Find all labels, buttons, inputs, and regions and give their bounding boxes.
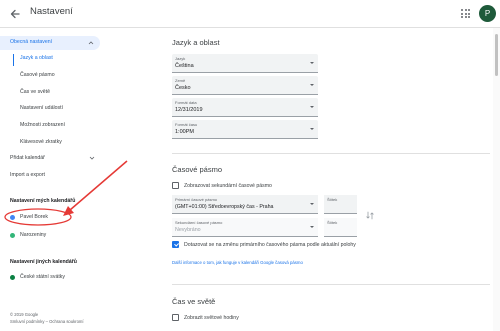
page-title: Nastavení xyxy=(30,6,73,17)
field-value: Česko xyxy=(175,85,191,91)
sidebar-item-event-settings[interactable]: Nastavení událostí xyxy=(20,105,63,111)
settings-content: Jazyk a oblast Jazyk Čeština Země Česko … xyxy=(112,28,492,331)
calendar-color-dot xyxy=(10,233,15,238)
sidebar-add-calendar[interactable]: Přidat kalendář xyxy=(10,155,45,161)
swap-icon[interactable] xyxy=(366,211,374,220)
language-select[interactable]: Jazyk Čeština xyxy=(172,54,318,73)
secondary-timezone-checkbox[interactable] xyxy=(172,182,179,189)
sidebar-item-language[interactable]: Jazyk a oblast xyxy=(20,55,53,61)
secondary-timezone-select[interactable]: Sekundární časové pásmo Nevybráno xyxy=(172,218,318,237)
footer-links[interactable]: Smluvní podmínky – Ochrana soukromí xyxy=(10,319,84,324)
sidebar-item-timezone[interactable]: Časové pásmo xyxy=(20,72,55,78)
section-title-world-clock: Čas ve světě xyxy=(172,297,216,306)
field-label: Štítek xyxy=(327,197,338,202)
sidebar-calendar-birthdays[interactable]: Narozeniny xyxy=(20,232,46,238)
section-divider xyxy=(172,153,490,154)
sidebar-item-view-options[interactable]: Možnosti zobrazení xyxy=(20,122,65,128)
field-value: Nevybráno xyxy=(175,227,201,233)
sidebar: Obecná nastavení Jazyk a oblast Časové p… xyxy=(0,28,112,331)
dropdown-caret-icon xyxy=(310,226,314,228)
apps-grid-icon[interactable] xyxy=(461,9,470,18)
active-indicator xyxy=(13,54,14,66)
ask-timezone-change-label: Dotazovat se na změnu primárního časovéh… xyxy=(184,242,356,248)
dropdown-caret-icon xyxy=(310,106,314,108)
footer-copyright: © 2019 Google xyxy=(10,312,39,317)
field-label: Štítek xyxy=(327,220,338,225)
section-title-language: Jazyk a oblast xyxy=(172,38,220,47)
field-value: (GMT+01:00) Středoevropský čas - Praha xyxy=(175,204,274,210)
field-value: Čeština xyxy=(175,63,194,69)
ask-timezone-change-checkbox[interactable] xyxy=(172,241,179,248)
field-label: Primární časové pásmo xyxy=(175,197,218,202)
chevron-up-icon xyxy=(88,41,94,45)
chevron-down-icon[interactable] xyxy=(89,155,95,161)
field-label: Formát data xyxy=(175,100,197,105)
secondary-timezone-tag-input[interactable]: Štítek xyxy=(324,218,357,237)
top-bar: Nastavení P xyxy=(0,0,500,28)
dropdown-caret-icon xyxy=(310,128,314,130)
other-calendars-heading: Nastavení jiných kalendářů xyxy=(10,259,77,265)
field-label: Země xyxy=(175,78,186,83)
sidebar-item-world-clock[interactable]: Čas ve světě xyxy=(20,89,50,95)
dropdown-caret-icon xyxy=(310,203,314,205)
date-format-select[interactable]: Formát data 12/31/2019 xyxy=(172,98,318,117)
sidebar-import-export[interactable]: Import a export xyxy=(10,172,45,178)
back-arrow-icon[interactable] xyxy=(9,8,21,20)
primary-timezone-select[interactable]: Primární časové pásmo (GMT+01:00) Středo… xyxy=(172,195,318,214)
world-clock-checkbox-label: Zobrazit světové hodiny xyxy=(184,315,239,321)
sidebar-item-shortcuts[interactable]: Klávesové zkratky xyxy=(20,139,62,145)
field-value: 12/31/2019 xyxy=(175,107,203,113)
field-value: 1:00PM xyxy=(175,129,194,135)
dropdown-caret-icon xyxy=(310,62,314,64)
world-clock-checkbox[interactable] xyxy=(172,314,179,321)
calendar-color-dot xyxy=(10,215,15,220)
primary-timezone-tag-input[interactable]: Štítek xyxy=(324,195,357,214)
scrollbar[interactable] xyxy=(493,28,500,331)
timezone-learn-more-link[interactable]: Další informace o tom, jak funguje v kal… xyxy=(172,260,303,265)
field-label: Sekundární časové pásmo xyxy=(175,220,223,225)
sidebar-calendar-holidays[interactable]: České státní svátky xyxy=(20,274,65,280)
sidebar-general-settings[interactable]: Obecná nastavení xyxy=(0,36,100,50)
dropdown-caret-icon xyxy=(310,84,314,86)
section-divider xyxy=(172,284,490,285)
calendar-color-dot xyxy=(10,275,15,280)
country-select[interactable]: Země Česko xyxy=(172,76,318,95)
sidebar-calendar-pavel-borek[interactable]: Pavel Borek xyxy=(20,214,48,220)
my-calendars-heading: Nastavení mých kalendářů xyxy=(10,198,76,204)
sidebar-general-label: Obecná nastavení xyxy=(10,39,53,45)
field-label: Jazyk xyxy=(175,56,186,61)
section-title-timezone: Časové pásmo xyxy=(172,165,223,174)
time-format-select[interactable]: Formát času 1:00PM xyxy=(172,120,318,139)
field-label: Formát času xyxy=(175,122,198,127)
secondary-timezone-checkbox-label: Zobrazovat sekundární časové pásmo xyxy=(184,183,272,189)
avatar[interactable]: P xyxy=(479,5,496,22)
scrollbar-thumb[interactable] xyxy=(495,34,498,76)
